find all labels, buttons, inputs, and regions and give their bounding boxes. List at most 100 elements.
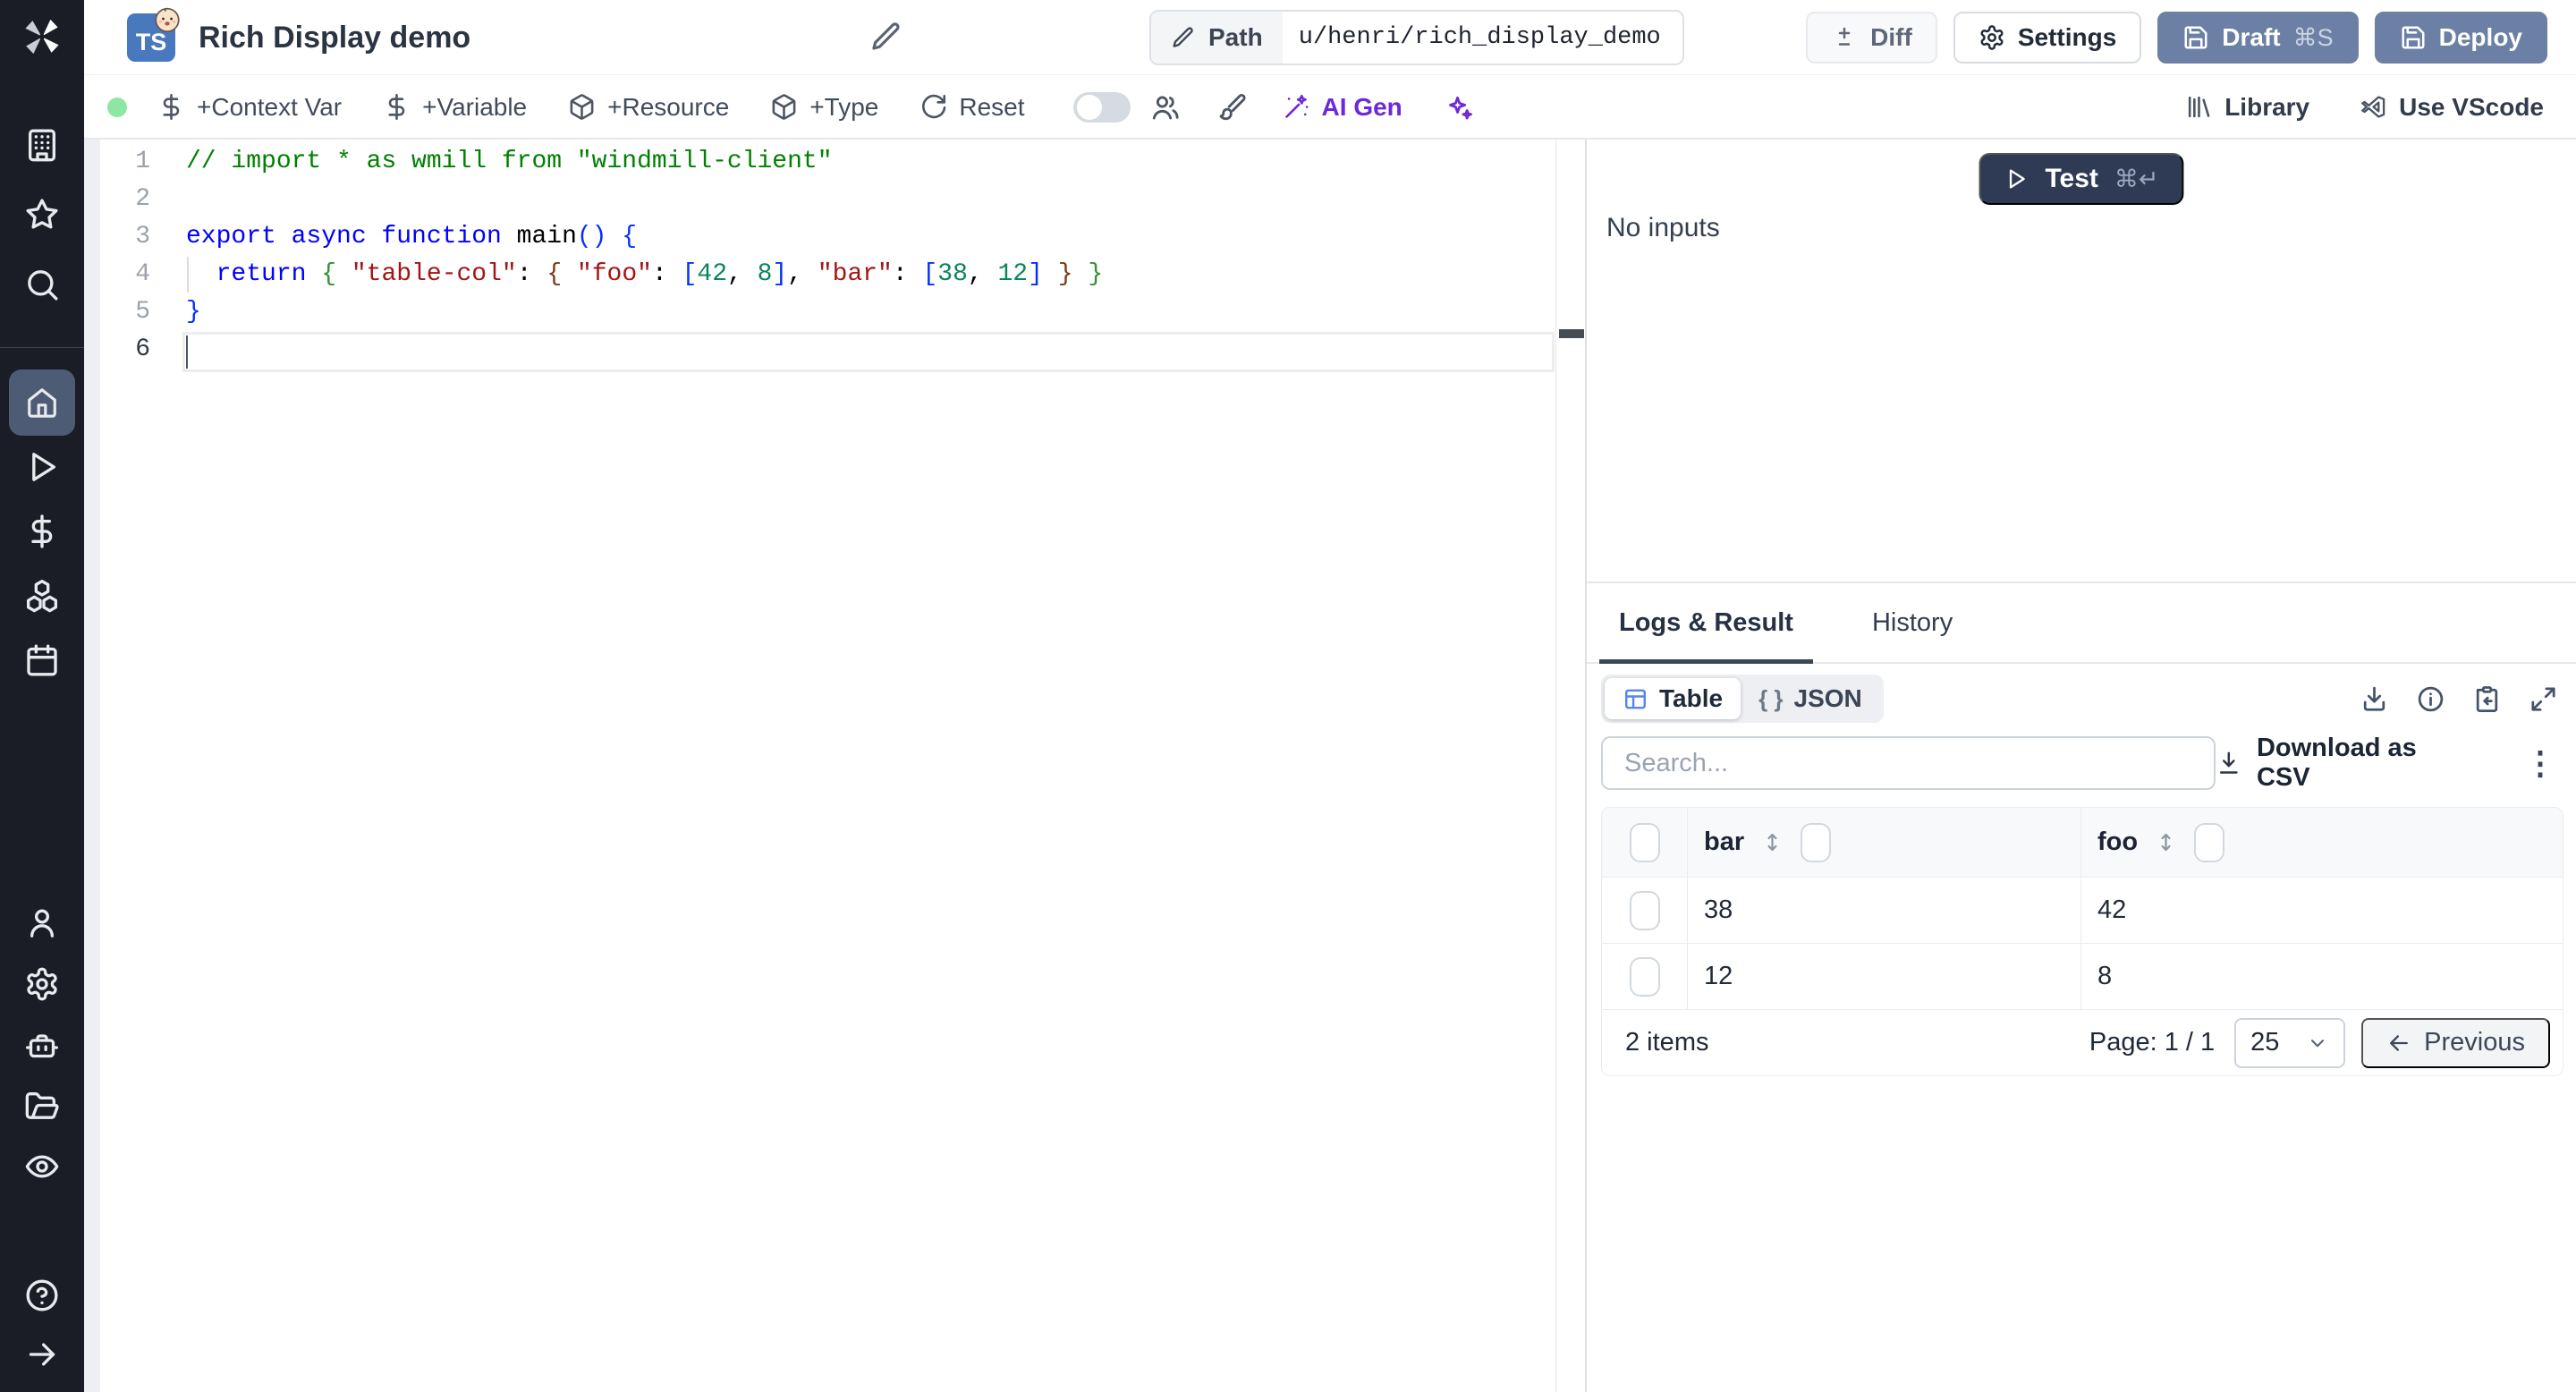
row-checkbox[interactable] — [1629, 956, 1660, 997]
vscode-icon — [2361, 96, 2385, 118]
overview-ruler-separator — [1555, 140, 1556, 1392]
row-checkbox[interactable] — [1629, 890, 1660, 930]
code-editor[interactable]: 1 // import * as wmill from "windmill-cli… — [84, 140, 1585, 1392]
more-options-kebab-icon[interactable]: ⋮ — [2524, 747, 2563, 779]
sort-icon[interactable] — [1760, 830, 1784, 854]
download-icon[interactable] — [2360, 684, 2389, 714]
code-line[interactable]: 6 — [100, 331, 1103, 369]
add-type-button[interactable]: +Type — [770, 93, 878, 122]
sidebar-item-workers[interactable] — [24, 1027, 60, 1063]
page-size-select[interactable]: 25 — [2234, 1017, 2346, 1068]
sidebar-item-help[interactable] — [24, 1277, 60, 1313]
view-toggle-json-label: JSON — [1793, 684, 1862, 712]
ai-gen-button[interactable]: AI Gen — [1283, 93, 1402, 122]
diff-label: Diff — [1870, 23, 1912, 51]
column-filter-checkbox[interactable] — [2194, 822, 2225, 862]
sort-icon[interactable] — [2154, 830, 2178, 854]
info-icon[interactable] — [2416, 684, 2445, 714]
sidebar-item-audit-logs[interactable] — [24, 1149, 60, 1184]
sidebar-item-folders[interactable] — [24, 1088, 60, 1124]
add-resource-button[interactable]: +Resource — [568, 93, 729, 122]
line-number: 1 — [135, 148, 150, 175]
line-number: 6 — [135, 335, 150, 363]
view-toggle: Table { } JSON — [1601, 675, 1884, 723]
view-toggle-json[interactable]: { } JSON — [1741, 678, 1880, 719]
page-title: Rich Display demo — [199, 20, 471, 55]
format-brush-icon[interactable] — [1216, 92, 1247, 123]
table-row: 12 8 — [1602, 944, 2563, 1010]
play-icon — [2009, 169, 2025, 189]
draft-button[interactable]: Draft ⌘S — [2157, 12, 2359, 64]
sidebar-item-resources[interactable] — [24, 578, 60, 614]
view-toggle-table-label: Table — [1659, 684, 1724, 712]
code-text: export async function main() { — [186, 223, 638, 250]
sidebar-item-workspace[interactable] — [24, 127, 60, 163]
braces-icon: { } — [1758, 684, 1784, 712]
code-line[interactable]: 1 // import * as wmill from "windmill-cli… — [100, 143, 1103, 181]
path-field[interactable]: Path u/henri/rich_display_demo — [1149, 10, 1684, 65]
library-button[interactable]: Library — [2185, 93, 2309, 122]
collaborators-users-icon[interactable] — [1150, 92, 1181, 123]
header: TS Rich Display demo Path u/henri/rich_d… — [84, 0, 2576, 75]
code-line[interactable]: 2 — [100, 181, 1103, 218]
path-label: Path — [1208, 23, 1263, 51]
table-icon — [1625, 689, 1646, 709]
sidebar-item-variables[interactable] — [24, 514, 60, 549]
column-filter-checkbox[interactable] — [1801, 822, 1832, 862]
edit-title-pencil-icon[interactable] — [869, 20, 903, 54]
sidebar-expand-arrow-icon[interactable] — [24, 1337, 60, 1372]
tab-history[interactable]: History — [1852, 583, 1972, 662]
select-all-checkbox[interactable] — [1629, 822, 1660, 862]
download-csv-button[interactable]: Download as CSV — [2216, 734, 2474, 793]
save-icon — [2402, 26, 2425, 49]
view-toggle-table[interactable]: Table — [1605, 678, 1741, 719]
dollar-icon — [388, 94, 405, 120]
code-line[interactable]: 4 return { "table-col": { "foo": [42, 8]… — [100, 256, 1103, 293]
dollar-icon — [163, 94, 180, 120]
windmill-logo-icon[interactable] — [21, 16, 63, 57]
code-line[interactable]: 5} — [100, 293, 1103, 331]
code-text: return { "table-col": { "foo": [42, 8], … — [216, 260, 1104, 288]
add-variable-button[interactable]: +Variable — [383, 93, 527, 122]
deploy-label: Deploy — [2438, 23, 2522, 51]
editor-toolbar: +Context Var +Variable +Resource +Type R… — [84, 76, 2576, 140]
deploy-button[interactable]: Deploy — [2374, 12, 2547, 64]
previous-label: Previous — [2424, 1028, 2525, 1057]
reset-button[interactable]: Reset — [919, 92, 1025, 122]
sidebar-item-settings[interactable] — [24, 966, 60, 1002]
line-number: 3 — [135, 223, 150, 250]
sidebar-item-runs[interactable] — [24, 449, 60, 485]
previous-page-button[interactable]: Previous — [2361, 1017, 2550, 1068]
sidebar-item-users[interactable] — [24, 905, 60, 941]
right-panel: Test ⌘↵ No inputs Logs & Result History … — [1587, 140, 2576, 1392]
code-text: // import * as wmill from "windmill-clie… — [186, 148, 833, 175]
multiplayer-toggle[interactable] — [1072, 91, 1131, 123]
sidebar-item-schedules[interactable] — [24, 642, 60, 678]
settings-button[interactable]: Settings — [1953, 12, 2142, 64]
line-number: 2 — [135, 185, 150, 213]
save-icon — [2184, 26, 2207, 49]
tab-history-label: History — [1871, 607, 1953, 637]
add-context-var-button[interactable]: +Context Var — [157, 93, 342, 122]
tab-logs-result[interactable]: Logs & Result — [1599, 583, 1813, 664]
draft-shortcut: ⌘S — [2292, 23, 2334, 51]
sidebar-item-favorites[interactable] — [24, 197, 60, 233]
use-vscode-button[interactable]: Use VScode — [2360, 93, 2544, 122]
expand-icon[interactable] — [2529, 684, 2558, 714]
diff-button[interactable]: Diff — [1806, 12, 1937, 64]
column-label-bar: bar — [1704, 828, 1745, 856]
download-to-line-icon — [2220, 751, 2239, 774]
clipboard-copy-icon[interactable] — [2472, 684, 2502, 714]
code-line[interactable]: 3 export async function main() { — [100, 218, 1103, 256]
test-button[interactable]: Test ⌘↵ — [1979, 153, 2184, 205]
left-sidebar — [0, 0, 84, 1392]
sidebar-item-home[interactable] — [9, 369, 75, 436]
search-input[interactable] — [1601, 736, 2216, 790]
sparkles-icon[interactable] — [1444, 92, 1474, 123]
overview-ruler-mark — [1559, 329, 1584, 338]
reset-label: Reset — [959, 92, 1025, 121]
table-cell-value: 8 — [2097, 962, 2113, 990]
column-header-bar: bar — [1688, 808, 2081, 877]
sidebar-item-search[interactable] — [24, 267, 60, 302]
library-icon — [2189, 96, 2210, 118]
